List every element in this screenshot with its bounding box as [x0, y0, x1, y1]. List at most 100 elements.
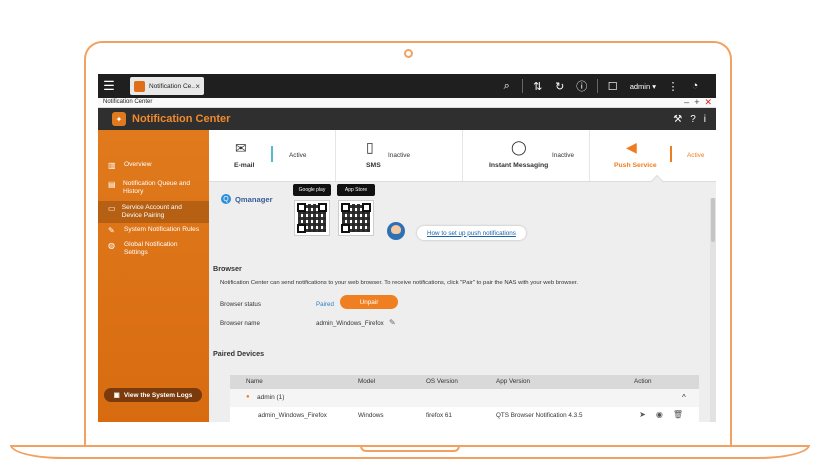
app-title: Notification Center [132, 113, 231, 125]
sync-icon[interactable]: ↻ [549, 74, 571, 98]
laptop-notch [360, 446, 460, 452]
sidebar-item-overview[interactable]: ▥ Overview [98, 158, 209, 173]
notification-center-logo-icon: ✦ [112, 112, 126, 126]
device-os: firefox 61 [426, 412, 452, 419]
google-play-badge[interactable]: Google play [293, 184, 331, 196]
paired-devices-title: Paired Devices [213, 349, 265, 358]
send-test-icon[interactable]: ➤ [639, 410, 646, 419]
main-menu-icon[interactable]: ☰ [98, 74, 120, 98]
scrollbar[interactable] [710, 198, 716, 422]
tab-label: SMS [366, 162, 381, 169]
column-header[interactable]: Model [358, 378, 375, 385]
device-group-row[interactable]: ● admin (1) ^ [230, 389, 699, 407]
service-tabs: ✉ E-mail Active ▯ SMS Inactive ◯ Instant… [209, 130, 716, 190]
status-badge: Active [687, 152, 705, 159]
tab-push-service[interactable]: ◀ Push Service Active [590, 130, 716, 190]
main-panel: ✉ E-mail Active ▯ SMS Inactive ◯ Instant… [209, 130, 716, 422]
status-badge: Active [289, 152, 307, 159]
collapse-icon[interactable]: ^ [682, 393, 686, 402]
sidebar: ▥ Overview ▤ Notification Queue and Hist… [98, 130, 209, 422]
sidebar-item-label: Global Notification Settings [123, 241, 178, 256]
browser-name-label: Browser name [220, 320, 260, 327]
maximize-icon[interactable]: + [694, 97, 699, 108]
background-tasks-icon[interactable]: ⇅ [527, 74, 549, 98]
view-system-logs-label: View the System Logs [123, 391, 193, 399]
sidebar-item-queue-history[interactable]: ▤ Notification Queue and History [98, 177, 209, 199]
status-badge: Inactive [552, 152, 575, 159]
sms-icon: ▯ [366, 139, 374, 155]
chat-icon: ◯ [511, 139, 527, 155]
app-tab-notification-center[interactable]: Notification Ce... × [130, 77, 204, 95]
help-icon[interactable]: ? [690, 114, 696, 125]
camera-icon [404, 49, 413, 58]
stop-icon[interactable]: ◉ [656, 410, 663, 419]
app-store-qr-code [338, 200, 374, 236]
email-icon: ✉ [235, 140, 247, 156]
sidebar-item-service-account[interactable]: ▭ Service Account and Device Pairing [98, 201, 209, 223]
sidebar-item-system-rules[interactable]: ✎ System Notification Rules [98, 223, 209, 238]
about-icon[interactable]: i [704, 114, 706, 125]
device-app-version: QTS Browser Notification 4.3.5 [496, 412, 583, 419]
assistant-avatar [387, 222, 405, 240]
google-play-qr-code [294, 200, 330, 236]
sidebar-item-label: Service Account and Device Pairing [121, 204, 182, 219]
qmanager-logo-icon: Q [221, 194, 231, 204]
megaphone-icon: ◀ [626, 139, 637, 155]
tab-sms[interactable]: ▯ SMS Inactive [336, 130, 463, 181]
minimize-icon[interactable]: – [684, 97, 689, 108]
browser-description: Notification Center can send notificatio… [220, 280, 579, 286]
rules-icon: ✎ [108, 226, 115, 235]
screen: ☰ Notification Ce... × ⌕ ⇅ ↻ ⓘ ☐ admin ▾… [98, 74, 716, 422]
browser-status-value: Paired [316, 301, 334, 308]
info-icon[interactable]: ⓘ [571, 74, 593, 98]
browser-status-label: Browser status [220, 301, 261, 308]
edit-icon[interactable]: ✎ [389, 318, 396, 327]
paired-devices-table: Name Model OS Version App Version Action… [230, 375, 699, 422]
close-window-icon[interactable]: ✕ [704, 97, 712, 108]
tab-label: E-mail [234, 162, 255, 169]
divider [596, 79, 598, 93]
app-header: ✦ Notification Center ⚒ ? i [98, 108, 716, 130]
tab-email[interactable]: ✉ E-mail Active [209, 130, 336, 181]
scroll-thumb[interactable] [711, 198, 715, 242]
device-pairing-icon: ▭ [108, 204, 116, 213]
search-icon[interactable]: ⌕ [496, 74, 518, 98]
header-actions: ⚒ ? i [673, 108, 706, 130]
sidebar-item-label: System Notification Rules [124, 226, 200, 233]
qmanager-name: Qmanager [235, 195, 273, 204]
window-controls: – + ✕ [684, 97, 712, 108]
logs-icon: ▣ [113, 392, 120, 399]
queue-icon: ▤ [108, 180, 116, 189]
overview-icon: ▥ [108, 161, 116, 170]
tab-instant-messaging[interactable]: ◯ Instant Messaging Inactive [463, 130, 590, 181]
column-header[interactable]: OS Version [426, 378, 458, 385]
app-store-badge[interactable]: App Store [337, 184, 375, 196]
status-badge: Inactive [388, 152, 411, 159]
delete-icon[interactable]: 🗑 [673, 410, 683, 419]
browser-name-value: admin_Windows_Firefox [316, 320, 384, 327]
browser-section-title: Browser [213, 264, 242, 273]
unpair-button[interactable]: Unpair [340, 295, 398, 309]
close-icon[interactable]: × [195, 82, 200, 91]
user-icon[interactable]: ☐ [602, 74, 624, 98]
user-icon: ● [246, 394, 250, 400]
qmanager-section: Q Qmanager Google play App Store How to … [221, 184, 701, 248]
row-actions: ➤ ◉ 🗑 [639, 410, 683, 419]
sidebar-item-global-settings[interactable]: ◍ Global Notification Settings [98, 238, 209, 260]
tools-icon[interactable]: ⚒ [673, 114, 682, 125]
more-icon[interactable]: ⋮ [662, 74, 684, 98]
column-header[interactable]: App Version [496, 378, 530, 385]
view-system-logs-button[interactable]: ▣ View the System Logs [104, 388, 202, 402]
laptop-mockup: ☰ Notification Ce... × ⌕ ⇅ ↻ ⓘ ☐ admin ▾… [0, 0, 820, 475]
window-title: Notification Center [103, 99, 153, 105]
device-model: Windows [358, 412, 384, 419]
qts-topbar: ☰ Notification Ce... × ⌕ ⇅ ↻ ⓘ ☐ admin ▾… [98, 74, 716, 98]
column-header[interactable]: Name [246, 378, 263, 385]
admin-menu[interactable]: admin ▾ [630, 82, 656, 91]
push-setup-help-link[interactable]: How to set up push notifications [417, 226, 526, 240]
app-tab-label: Notification Ce... [149, 82, 196, 90]
table-row[interactable]: admin_Windows_Firefox Windows firefox 61… [230, 407, 699, 422]
active-tab-caret [649, 174, 665, 190]
dashboard-icon[interactable]: ◔ [684, 74, 706, 98]
status-bar [271, 146, 273, 162]
